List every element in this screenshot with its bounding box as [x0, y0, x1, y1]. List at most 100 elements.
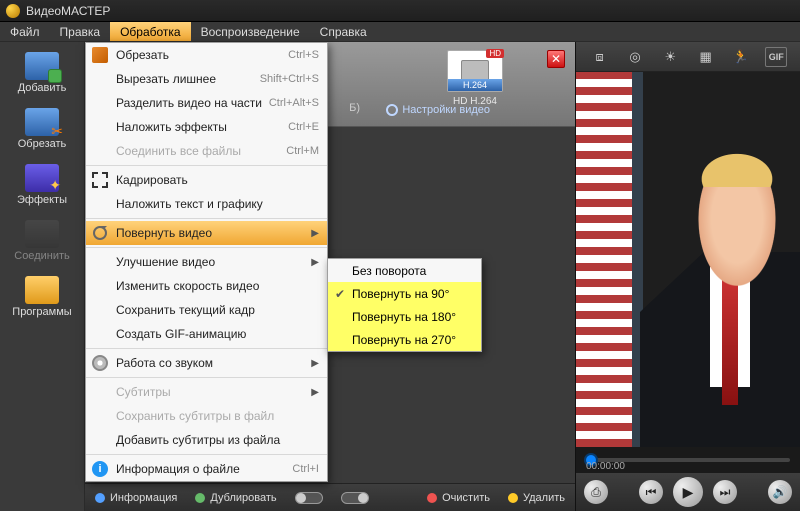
- play-button[interactable]: ▶: [673, 477, 703, 507]
- timecode: 00:00:00: [586, 461, 625, 472]
- main-area: Добавить Обрезать Эффекты Соединить Прог…: [0, 42, 800, 511]
- format-thumbnail[interactable]: HD H.264 HD H.264: [445, 50, 505, 107]
- app-logo-icon: [6, 4, 20, 18]
- sidebar-effects-button[interactable]: Эффекты: [0, 160, 84, 210]
- dropdown-item[interactable]: Улучшение видео▶: [86, 250, 327, 274]
- menu-help[interactable]: Справка: [310, 22, 377, 41]
- dropdown-shortcut: Ctrl+E: [288, 121, 319, 133]
- delete-icon: [508, 493, 518, 503]
- format-size-suffix: Б): [349, 102, 360, 114]
- submenu-arrow-icon: ▶: [305, 358, 319, 369]
- dropdown-item-label: Обрезать: [114, 48, 288, 62]
- preview-panel: ⧈ ◎ ☀ ▦ 🏃 GIF 00:00:00 ⎙ ⏮: [575, 42, 800, 511]
- sidebar: Добавить Обрезать Эффекты Соединить Прог…: [0, 42, 85, 511]
- dropdown-item[interactable]: Вырезать лишнееShift+Ctrl+S: [86, 67, 327, 91]
- dropdown-item[interactable]: Кадрировать: [86, 168, 327, 192]
- sidebar-item-label: Программы: [12, 306, 71, 318]
- dropdown-shortcut: Ctrl+I: [292, 463, 319, 475]
- rotate-option[interactable]: Повернуть на 180°: [328, 305, 481, 328]
- dropdown-item-label: Создать GIF-анимацию: [114, 327, 319, 341]
- player-controls: ⎙ ⏮ ▶ ⏭ 🔊: [576, 473, 800, 511]
- rotate-option-label: Повернуть на 180°: [352, 310, 456, 324]
- status-duplicate-button[interactable]: Дублировать: [195, 492, 276, 504]
- toggle-icon: [295, 492, 323, 504]
- prev-button[interactable]: ⏮: [639, 480, 663, 504]
- menu-edit[interactable]: Правка: [50, 22, 111, 41]
- gear-icon: [386, 104, 398, 116]
- rotate-option[interactable]: Без поворота: [328, 259, 481, 282]
- crop-frame-icon[interactable]: ⧈: [589, 47, 611, 67]
- sidebar-programs-button[interactable]: Программы: [0, 272, 84, 322]
- submenu-arrow-icon: ▶: [305, 387, 319, 398]
- dropdown-item-label: Изменить скорость видео: [114, 279, 319, 293]
- dropdown-item: Субтитры▶: [86, 380, 327, 404]
- brightness-icon[interactable]: ☀: [659, 47, 681, 67]
- target-icon[interactable]: ◎: [624, 47, 646, 67]
- info-icon: [95, 493, 105, 503]
- gif-button[interactable]: GIF: [765, 47, 787, 67]
- window-title-bar: ВидеоМАСТЕР: [0, 0, 800, 22]
- dropdown-shortcut: Ctrl+M: [286, 145, 319, 157]
- status-bar: Информация Дублировать Очистить Удалить: [85, 483, 575, 511]
- film-fx-icon: [25, 164, 59, 192]
- close-format-button[interactable]: ✕: [547, 50, 565, 68]
- dropdown-item[interactable]: Изменить скорость видео: [86, 274, 327, 298]
- dropdown-item[interactable]: Создать GIF-анимацию: [86, 322, 327, 346]
- dropdown-item-label: Разделить видео на части: [114, 96, 269, 110]
- dropdown-item: Сохранить субтитры в файл: [86, 404, 327, 428]
- menu-processing[interactable]: Обработка: [110, 22, 191, 41]
- dropdown-shortcut: Ctrl+Alt+S: [269, 97, 319, 109]
- menu-file[interactable]: Файл: [0, 22, 50, 41]
- sidebar-add-button[interactable]: Добавить: [0, 48, 84, 98]
- dropdown-item[interactable]: Наложить эффектыCtrl+E: [86, 115, 327, 139]
- video-preview[interactable]: [576, 72, 800, 447]
- cd-icon: [92, 355, 108, 371]
- sidebar-join-button: Соединить: [0, 216, 84, 266]
- scrub-bar[interactable]: 00:00:00: [576, 447, 800, 473]
- dropdown-shortcut: Ctrl+S: [288, 49, 319, 61]
- dropdown-item-label: Соединить все файлы: [114, 144, 286, 158]
- snapshot-button[interactable]: ⎙: [584, 480, 608, 504]
- dropdown-item-label: Информация о файле: [114, 462, 292, 476]
- dropdown-item[interactable]: Наложить текст и графику: [86, 192, 327, 216]
- submenu-arrow-icon: ▶: [305, 228, 319, 239]
- view-toggle-1[interactable]: [295, 492, 323, 504]
- view-toggle-2[interactable]: [341, 492, 369, 504]
- film-join-icon: [25, 220, 59, 248]
- rotate-option-label: Без поворота: [352, 264, 426, 278]
- dropdown-item[interactable]: ОбрезатьCtrl+S: [86, 43, 327, 67]
- status-clear-button[interactable]: Очистить: [427, 492, 490, 504]
- dropdown-item-label: Кадрировать: [114, 173, 319, 187]
- rotate-option[interactable]: Повернуть на 270°: [328, 328, 481, 351]
- dropdown-item[interactable]: Разделить видео на частиCtrl+Alt+S: [86, 91, 327, 115]
- dropdown-shortcut: Shift+Ctrl+S: [260, 73, 319, 85]
- status-delete-button[interactable]: Удалить: [508, 492, 565, 504]
- dropdown-item[interactable]: Добавить субтитры из файла: [86, 428, 327, 452]
- rotate-option[interactable]: ✔Повернуть на 90°: [328, 282, 481, 305]
- film-tool-icon[interactable]: ▦: [695, 47, 717, 67]
- codec-bar: H.264: [448, 79, 502, 91]
- preview-frame: [576, 72, 800, 447]
- submenu-arrow-icon: ▶: [305, 257, 319, 268]
- runner-icon[interactable]: 🏃: [730, 47, 752, 67]
- status-info-button[interactable]: Информация: [95, 492, 177, 504]
- dropdown-item[interactable]: Повернуть видео▶: [86, 221, 327, 245]
- format-caption: HD H.264: [445, 96, 505, 107]
- sidebar-cut-button[interactable]: Обрезать: [0, 104, 84, 154]
- menu-playback[interactable]: Воспроизведение: [191, 22, 310, 41]
- dropdown-item-label: Субтитры: [114, 385, 305, 399]
- dropdown-item[interactable]: iИнформация о файлеCtrl+I: [86, 457, 327, 481]
- frame-icon: [92, 172, 108, 188]
- dropdown-item-label: Повернуть видео: [114, 226, 305, 240]
- rotate-icon: [93, 226, 107, 240]
- sidebar-item-label: Соединить: [14, 250, 70, 262]
- clear-icon: [427, 493, 437, 503]
- dropdown-item: Соединить все файлыCtrl+M: [86, 139, 327, 163]
- film-cut-icon: [25, 108, 59, 136]
- dropdown-item-label: Добавить субтитры из файла: [114, 433, 319, 447]
- dropdown-item[interactable]: Работа со звуком▶: [86, 351, 327, 375]
- dropdown-item[interactable]: Сохранить текущий кадр: [86, 298, 327, 322]
- volume-button[interactable]: 🔊: [768, 480, 792, 504]
- toggle-icon: [341, 492, 369, 504]
- next-button[interactable]: ⏭: [713, 480, 737, 504]
